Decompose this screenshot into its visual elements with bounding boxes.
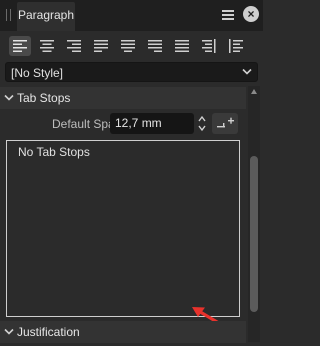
empty-list-message: No Tab Stops — [18, 145, 90, 159]
align-left-button[interactable] — [9, 36, 31, 56]
hamburger-icon[interactable] — [222, 10, 234, 21]
align-center-icon — [40, 40, 54, 52]
justification-section-header[interactable]: Justification — [0, 321, 246, 343]
paragraph-style-select[interactable]: [No Style] — [5, 62, 258, 82]
section-title: Tab Stops — [17, 91, 71, 105]
chevron-down-icon — [4, 94, 14, 101]
justify-right-button[interactable] — [144, 36, 166, 56]
justify-center-icon — [121, 40, 135, 52]
panel-titlebar: Paragraph × — [0, 0, 263, 31]
scrollbar-thumb[interactable] — [250, 156, 258, 312]
justify-left-button[interactable] — [90, 36, 112, 56]
tab-stops-section-header[interactable]: Tab Stops — [0, 87, 246, 109]
default-spacing-stepper[interactable] — [196, 113, 208, 134]
style-select-value: [No Style] — [11, 66, 64, 80]
tab-stops-list[interactable]: No Tab Stops — [6, 140, 240, 317]
align-towards-spine-button[interactable] — [198, 36, 220, 56]
justify-right-icon — [148, 40, 162, 52]
stepper-arrows-icon — [198, 115, 206, 132]
align-right-icon — [67, 40, 81, 52]
section-title: Justification — [17, 325, 80, 339]
align-left-icon — [13, 40, 27, 52]
chevron-down-icon — [4, 328, 14, 335]
justify-center-button[interactable] — [117, 36, 139, 56]
close-icon[interactable]: × — [243, 6, 259, 22]
add-tab-stop-button[interactable] — [212, 113, 238, 134]
add-tab-stop-icon — [217, 117, 234, 128]
default-spacing-input[interactable]: 12,7 mm — [110, 113, 194, 134]
align-right-button[interactable] — [63, 36, 85, 56]
chevron-down-icon — [242, 68, 252, 75]
justify-all-icon — [175, 40, 189, 52]
scroll-up-icon[interactable] — [251, 89, 257, 94]
align-away-from-spine-button[interactable] — [225, 36, 247, 56]
align-away-from-spine-icon — [229, 39, 243, 53]
justify-all-button[interactable] — [171, 36, 193, 56]
align-center-button[interactable] — [36, 36, 58, 56]
align-towards-spine-icon — [202, 39, 216, 53]
drag-grip-icon[interactable] — [6, 9, 12, 21]
justify-left-icon — [94, 40, 108, 52]
tab-paragraph[interactable]: Paragraph — [17, 2, 75, 31]
alignment-toolbar — [0, 31, 263, 61]
